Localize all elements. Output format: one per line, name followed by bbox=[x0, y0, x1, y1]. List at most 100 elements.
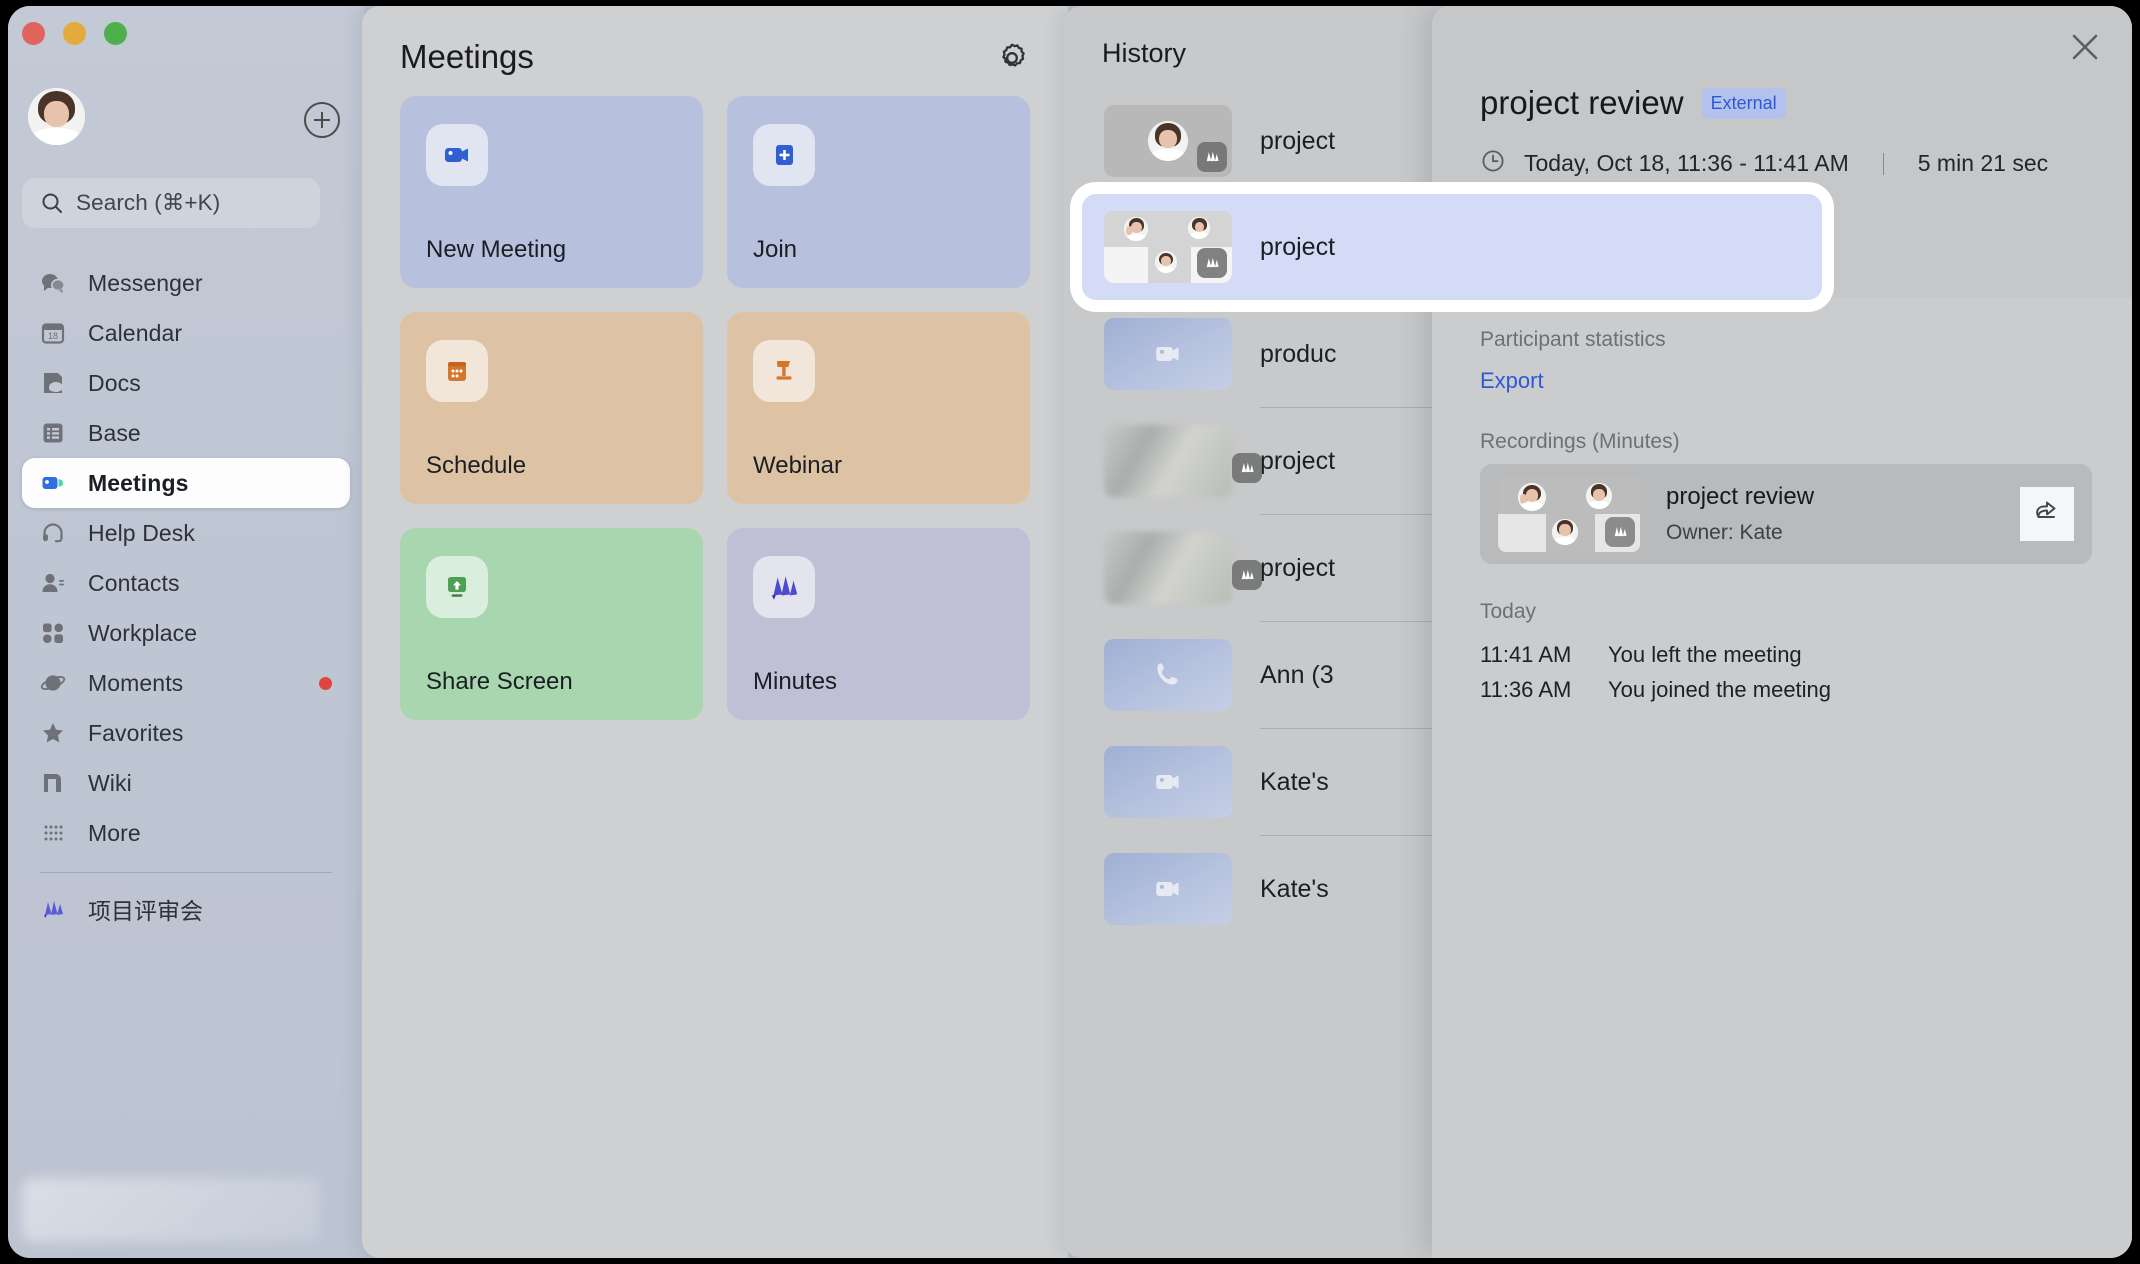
grid-dots-icon bbox=[40, 820, 66, 846]
history-item-label: project bbox=[1260, 446, 1336, 475]
meeting-action-cards: New Meeting Join Schedule Webinar Share … bbox=[400, 96, 1030, 720]
minutes-icon bbox=[1232, 560, 1262, 590]
sidebar-blurred-card bbox=[22, 1178, 320, 1242]
meeting-thumbnail bbox=[1104, 105, 1232, 177]
recordings-label: Recordings (Minutes) bbox=[1480, 430, 1680, 453]
video-camera-icon bbox=[426, 124, 488, 186]
close-icon[interactable] bbox=[2068, 30, 2102, 64]
sidebar-item-calendar[interactable]: 18 Calendar bbox=[22, 308, 350, 358]
timeline-time: 11:41 AM bbox=[1480, 642, 1572, 667]
sidebar-item-more[interactable]: More bbox=[22, 808, 350, 858]
sidebar-item-pinned-meeting[interactable]: 项目评审会 bbox=[22, 883, 350, 935]
new-meeting-card[interactable]: New Meeting bbox=[400, 96, 703, 288]
meeting-thumbnail bbox=[1104, 425, 1232, 497]
meeting-thumbnail bbox=[1104, 318, 1232, 390]
sidebar-item-label: More bbox=[88, 819, 141, 846]
card-label: Schedule bbox=[426, 452, 527, 479]
history-item-label: project bbox=[1260, 232, 1336, 261]
timeline-text: You joined the meeting bbox=[1608, 677, 1832, 702]
meeting-thumbnail bbox=[1104, 532, 1232, 604]
close-window-button[interactable] bbox=[22, 22, 45, 45]
sidebar-item-label: Workplace bbox=[88, 619, 198, 646]
history-item-label: project bbox=[1260, 553, 1336, 582]
sidebar-item-label: Docs bbox=[88, 369, 141, 396]
contacts-icon bbox=[40, 570, 66, 596]
sidebar-divider bbox=[40, 872, 332, 873]
app-window: Search (⌘+K) Messenger 18 Calendar Docs … bbox=[8, 6, 2132, 1258]
avatar[interactable] bbox=[28, 88, 85, 145]
minutes-card[interactable]: Minutes bbox=[727, 528, 1030, 720]
svg-text:18: 18 bbox=[48, 331, 58, 341]
podium-icon bbox=[753, 340, 815, 402]
card-label: Webinar bbox=[753, 452, 842, 479]
sidebar-item-label: Base bbox=[88, 419, 141, 446]
messenger-icon bbox=[40, 270, 66, 296]
sidebar-item-label: Favorites bbox=[88, 719, 184, 746]
sidebar-item-help-desk[interactable]: Help Desk bbox=[22, 508, 350, 558]
meetings-panel: Meetings New Meeting Join Schedule Webin… bbox=[362, 6, 1068, 1258]
clock-icon bbox=[1480, 148, 1506, 179]
recording-owner: Owner: Kate bbox=[1666, 521, 1783, 544]
moments-icon bbox=[40, 670, 66, 696]
star-icon bbox=[40, 720, 66, 746]
wiki-icon bbox=[40, 770, 66, 796]
card-label: Share Screen bbox=[426, 668, 573, 695]
meeting-thumbnail bbox=[1104, 746, 1232, 818]
base-icon bbox=[40, 420, 66, 446]
card-label: Minutes bbox=[753, 668, 838, 695]
join-card[interactable]: Join bbox=[727, 96, 1030, 288]
sidebar-item-label: Calendar bbox=[88, 319, 183, 346]
search-input[interactable]: Search (⌘+K) bbox=[22, 178, 320, 228]
search-icon bbox=[42, 193, 62, 213]
add-button[interactable] bbox=[304, 102, 340, 138]
zoom-window-button[interactable] bbox=[104, 22, 127, 45]
recording-title: project review bbox=[1666, 483, 1815, 510]
export-link[interactable]: Export bbox=[1480, 368, 1544, 394]
history-item-label: Kate's bbox=[1260, 874, 1329, 903]
sidebar-item-messenger[interactable]: Messenger bbox=[22, 258, 350, 308]
share-icon[interactable] bbox=[2020, 487, 2074, 541]
screenshot-root: Search (⌘+K) Messenger 18 Calendar Docs … bbox=[0, 0, 2140, 1264]
card-label: Join bbox=[753, 236, 798, 263]
timeline-time: 11:36 AM bbox=[1480, 677, 1572, 702]
external-badge: External bbox=[1701, 87, 1786, 119]
timeline-text: You left the meeting bbox=[1608, 642, 1802, 667]
history-title: History bbox=[1102, 38, 1187, 68]
sidebar-item-workplace[interactable]: Workplace bbox=[22, 608, 350, 658]
sidebar-item-wiki[interactable]: Wiki bbox=[22, 758, 350, 808]
timeline-entry: 11:41 AM You left the meeting bbox=[1480, 642, 1802, 668]
window-traffic-lights bbox=[22, 22, 127, 45]
history-item-label: project bbox=[1260, 126, 1336, 155]
docs-icon bbox=[40, 370, 66, 396]
sidebar-item-moments[interactable]: Moments bbox=[22, 658, 350, 708]
gear-icon[interactable] bbox=[996, 42, 1028, 74]
share-screen-card[interactable]: Share Screen bbox=[400, 528, 703, 720]
divider bbox=[1882, 152, 1884, 175]
meeting-time-row: Today, Oct 18, 11:36 - 11:41 AM 5 min 21… bbox=[1480, 148, 2092, 179]
sidebar-item-label: Meetings bbox=[88, 469, 189, 496]
sidebar-item-meetings[interactable]: Meetings bbox=[22, 458, 350, 508]
sidebar-item-contacts[interactable]: Contacts bbox=[22, 558, 350, 608]
minutes-icon bbox=[753, 556, 815, 618]
sidebar-item-favorites[interactable]: Favorites bbox=[22, 708, 350, 758]
minutes-icon bbox=[1197, 248, 1227, 278]
sidebar-item-label: Moments bbox=[88, 669, 184, 696]
recording-info: project review Owner: Kate bbox=[1666, 483, 2020, 545]
schedule-card[interactable]: Schedule bbox=[400, 312, 703, 504]
video-camera-icon bbox=[1104, 318, 1232, 390]
sidebar-item-docs[interactable]: Docs bbox=[22, 358, 350, 408]
share-screen-icon bbox=[426, 556, 488, 618]
left-sidebar: Search (⌘+K) Messenger 18 Calendar Docs … bbox=[8, 6, 364, 1258]
sidebar-item-base[interactable]: Base bbox=[22, 408, 350, 458]
calendar-icon: 18 bbox=[40, 320, 66, 346]
history-item-selected[interactable]: project bbox=[1082, 194, 1822, 300]
recording-card[interactable]: project review Owner: Kate bbox=[1480, 464, 2092, 564]
minimize-window-button[interactable] bbox=[63, 22, 86, 45]
meeting-thumbnail bbox=[1104, 211, 1232, 283]
detail-body: Participant statistics Export Recordings… bbox=[1432, 298, 2132, 1258]
call-thumbnail bbox=[1104, 639, 1232, 711]
sidebar-item-label: Wiki bbox=[88, 769, 132, 796]
meeting-time: Today, Oct 18, 11:36 - 11:41 AM bbox=[1524, 150, 1849, 176]
calendar-icon bbox=[426, 340, 488, 402]
webinar-card[interactable]: Webinar bbox=[727, 312, 1030, 504]
